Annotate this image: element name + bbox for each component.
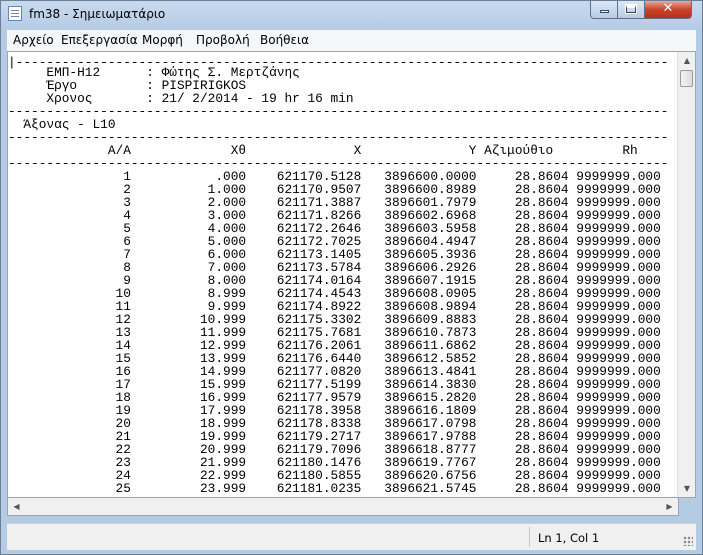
window-title: fm38 - Σημειωματάριο: [29, 7, 166, 21]
notepad-window: fm38 - Σημειωματάριο ✕ Αρχείο Επεξεργασί…: [0, 0, 703, 555]
scroll-right-arrow-icon[interactable]: ▶: [661, 498, 678, 515]
cursor-position: Ln 1, Col 1: [538, 531, 600, 545]
editor-area[interactable]: |---------------------------------------…: [7, 51, 696, 498]
menu-view[interactable]: Προβολή: [196, 33, 250, 47]
close-icon: ✕: [662, 1, 674, 16]
maximize-button[interactable]: [617, 1, 645, 19]
menu-help[interactable]: Βοήθεια: [260, 33, 309, 47]
vertical-scrollbar[interactable]: ▲ ▼: [677, 52, 695, 497]
status-separator: [529, 527, 530, 547]
scroll-down-arrow-icon[interactable]: ▼: [678, 480, 695, 497]
menu-edit[interactable]: Επεξεργασία: [61, 33, 138, 47]
title-bar[interactable]: fm38 - Σημειωματάριο ✕: [1, 1, 702, 29]
scroll-left-arrow-icon[interactable]: ◀: [8, 498, 25, 515]
table-row: 25 23.999 621181.0235 3896621.5745 28.86…: [8, 481, 661, 496]
minimize-button[interactable]: [590, 1, 618, 19]
menu-bar: Αρχείο Επεξεργασία Μορφή Προβολή Βοήθεια: [7, 30, 696, 52]
vertical-scroll-thumb[interactable]: [680, 70, 693, 87]
scroll-up-arrow-icon[interactable]: ▲: [678, 52, 695, 69]
close-button[interactable]: ✕: [644, 1, 692, 19]
menu-format[interactable]: Μορφή: [142, 33, 183, 47]
resize-grip-icon[interactable]: [683, 536, 693, 546]
notepad-app-icon[interactable]: [8, 6, 22, 21]
minimize-icon: [599, 10, 609, 13]
maximize-icon: [625, 4, 637, 14]
text-content[interactable]: |---------------------------------------…: [8, 52, 677, 497]
status-bar: Ln 1, Col 1: [7, 523, 696, 550]
horizontal-scrollbar[interactable]: ◀ ▶: [7, 498, 679, 516]
menu-file[interactable]: Αρχείο: [13, 33, 54, 47]
